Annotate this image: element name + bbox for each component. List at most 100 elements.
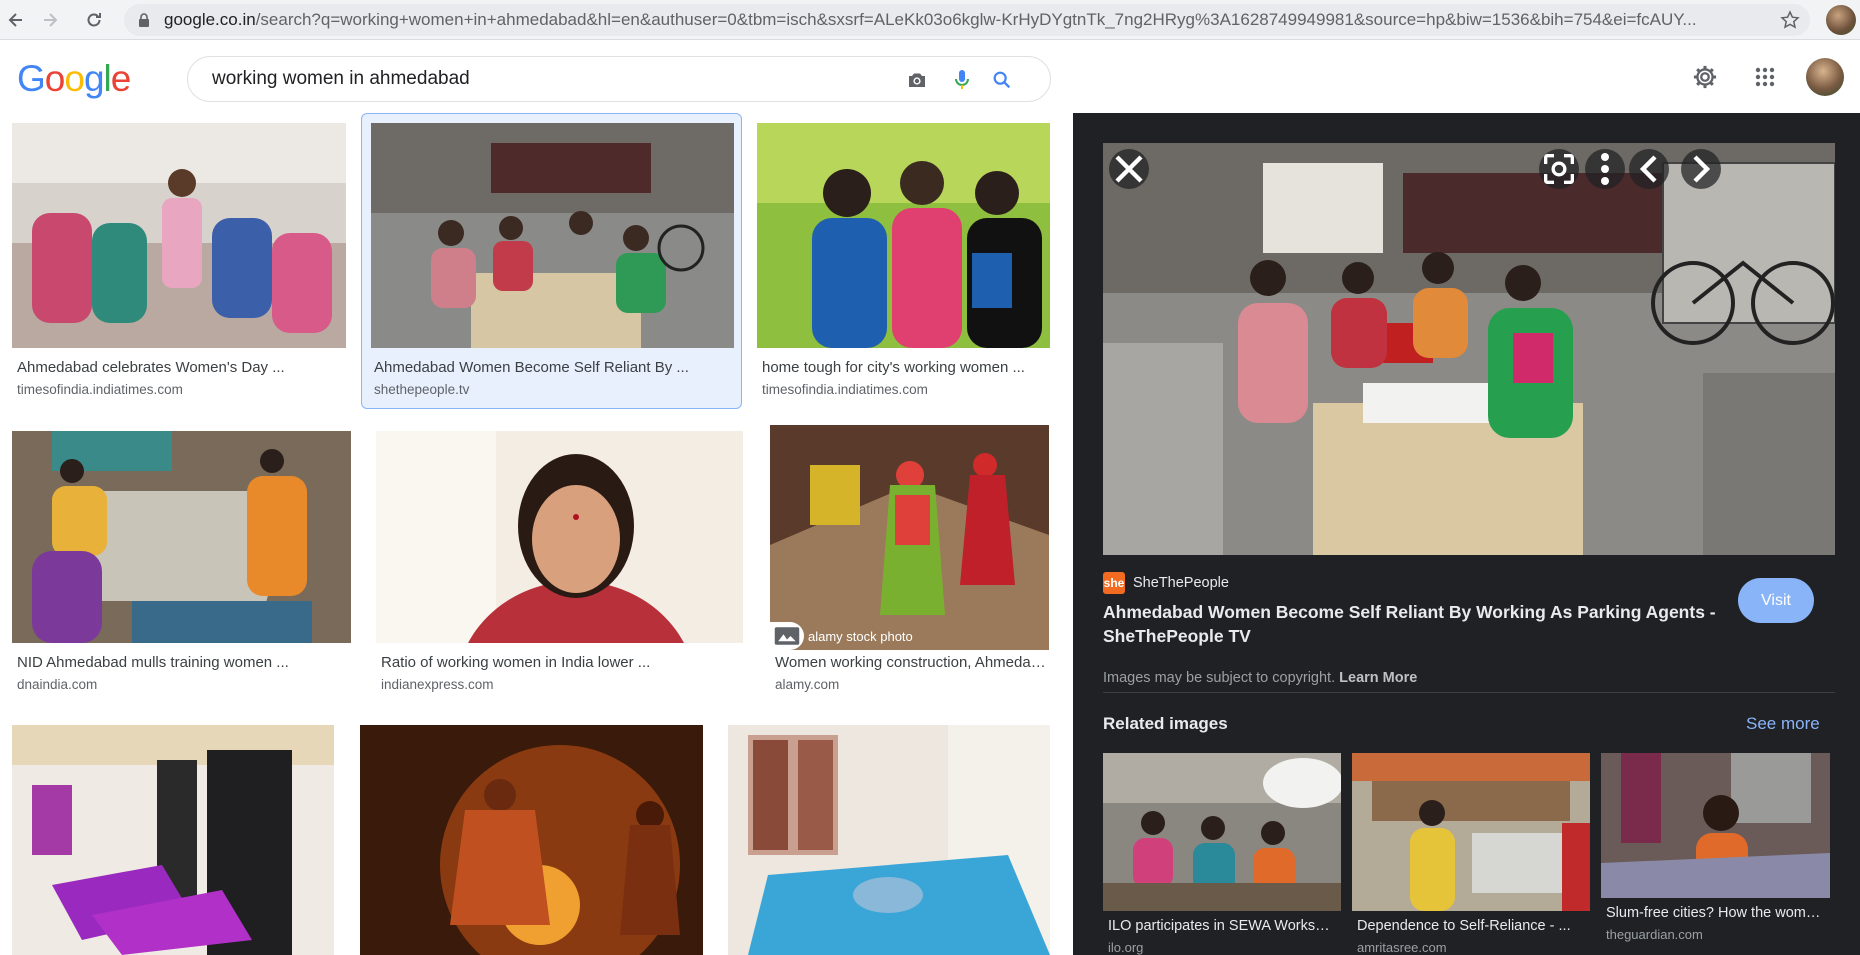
related-title[interactable]: Slum-free cities? How the women ... (1606, 905, 1826, 921)
logo-letter: e (110, 58, 132, 99)
related-title[interactable]: Dependence to Self-Reliance - ... (1357, 918, 1585, 934)
favicon-text: she (1103, 576, 1125, 590)
close-button[interactable] (1109, 149, 1149, 189)
chevron-left-icon (1639, 155, 1657, 183)
result-card-selected[interactable]: Ahmedabad Women Become Self Reliant By .… (361, 113, 742, 409)
lock-icon (139, 13, 149, 27)
divider (1103, 692, 1835, 693)
close-icon (1115, 155, 1143, 183)
previous-image-button[interactable] (1629, 149, 1669, 189)
result-thumbnail[interactable] (12, 725, 334, 955)
result-thumbnail[interactable] (376, 431, 743, 643)
more-vert-icon (1601, 153, 1609, 185)
chevron-right-icon (1693, 155, 1711, 183)
related-source: theguardian.com (1606, 927, 1703, 942)
result-card[interactable] (720, 725, 1063, 955)
lens-icon (1544, 154, 1574, 184)
result-source: shethepeople.tv (374, 382, 470, 397)
learn-more-link[interactable]: Learn More (1339, 670, 1417, 686)
logo-letter: o (64, 58, 85, 99)
result-title[interactable]: Ahmedabad celebrates Women's Day ... (17, 359, 347, 376)
result-source: indianexpress.com (381, 677, 494, 692)
address-bar[interactable]: google.co.in/search?q=working+women+in+a… (124, 4, 1810, 36)
account-avatar[interactable] (1806, 58, 1844, 96)
preview-title[interactable]: Ahmedabad Women Become Self Reliant By W… (1103, 600, 1723, 648)
camera-search-icon[interactable] (904, 67, 930, 93)
url-text: google.co.in/search?q=working+women+in+a… (164, 4, 1774, 36)
screen: google.co.in/search?q=working+women+in+a… (0, 0, 1860, 955)
related-thumbnail[interactable] (1352, 753, 1590, 911)
bookmark-star-icon[interactable] (1780, 10, 1800, 30)
related-thumbnail[interactable] (1601, 753, 1830, 898)
search-box (187, 56, 1051, 102)
url-path: /search?q=working+women+in+ahmedabad&hl=… (255, 10, 1697, 29)
related-images-heading: Related images (1103, 714, 1228, 733)
copyright-notice: Images may be subject to copyright. Lear… (1103, 670, 1417, 686)
result-card[interactable]: alamy stock photo Women working construc… (763, 425, 1063, 721)
related-title[interactable]: ILO participates in SEWA Workshop ... (1108, 918, 1336, 934)
result-title[interactable]: Ahmedabad Women Become Self Reliant By .… (374, 359, 734, 376)
alamy-watermark: alamy stock photo (770, 622, 1000, 650)
result-card[interactable]: Ahmedabad celebrates Women's Day ... tim… (0, 113, 356, 403)
result-thumbnail[interactable]: alamy stock photo (770, 425, 1049, 650)
result-card[interactable]: NID Ahmedabad mulls training women ... d… (0, 431, 362, 721)
lens-search-button[interactable] (1539, 149, 1579, 189)
result-title[interactable]: Ratio of working women in India lower ..… (381, 654, 736, 671)
result-source: dnaindia.com (17, 677, 98, 692)
back-button[interactable] (0, 4, 32, 36)
image-preview-panel: she SheThePeople Ahmedabad Women Become … (1073, 113, 1860, 955)
shethepeople-favicon-icon: she (1103, 572, 1125, 594)
next-image-button[interactable] (1681, 149, 1721, 189)
alamy-overlay-text: alamy stock photo (808, 628, 913, 644)
related-image-card[interactable]: ILO participates in SEWA Workshop ... il… (1103, 753, 1341, 955)
apps-grid-icon[interactable] (1748, 60, 1782, 94)
forward-button[interactable] (34, 4, 66, 36)
reload-button[interactable] (78, 4, 110, 36)
result-card[interactable] (355, 725, 705, 955)
result-card[interactable] (0, 725, 345, 955)
result-thumbnail[interactable] (12, 431, 351, 643)
result-title[interactable]: NID Ahmedabad mulls training women ... (17, 654, 347, 671)
result-thumbnail[interactable] (12, 123, 346, 348)
result-thumbnail[interactable] (371, 123, 734, 348)
preview-image[interactable] (1103, 143, 1835, 555)
related-thumbnail[interactable] (1103, 753, 1341, 911)
result-source: timesofindia.indiatimes.com (17, 382, 183, 397)
result-thumbnail[interactable] (360, 725, 703, 955)
related-image-card[interactable]: Slum-free cities? How the women ... theg… (1601, 753, 1830, 942)
reload-icon (87, 13, 101, 27)
google-logo[interactable]: Google (17, 58, 132, 100)
related-source: amritasree.com (1357, 940, 1447, 955)
search-input[interactable] (212, 57, 852, 101)
see-more-link[interactable]: See more (1746, 714, 1820, 734)
preview-source[interactable]: she SheThePeople (1103, 572, 1229, 594)
image-icon (770, 622, 804, 650)
result-card[interactable]: Ratio of working women in India lower ..… (372, 431, 747, 721)
logo-letter: g (83, 58, 105, 99)
visit-button[interactable]: Visit (1738, 578, 1814, 623)
result-card[interactable]: home tough for city's working women ... … (750, 113, 1063, 403)
search-icon[interactable] (989, 67, 1015, 93)
url-host: google.co.in (164, 10, 256, 29)
related-source: ilo.org (1108, 940, 1144, 955)
browser-profile-avatar[interactable] (1826, 5, 1856, 35)
forward-arrow-icon (44, 13, 58, 27)
source-name[interactable]: SheThePeople (1133, 575, 1229, 591)
back-arrow-icon (8, 13, 22, 27)
result-title[interactable]: home tough for city's working women ... (762, 359, 1054, 376)
settings-gear-icon[interactable] (1688, 60, 1722, 94)
microphone-icon[interactable] (949, 67, 975, 93)
logo-letter: l (103, 58, 112, 99)
result-source: timesofindia.indiatimes.com (762, 382, 928, 397)
logo-letter: G (17, 58, 46, 99)
result-source: alamy.com (775, 677, 840, 692)
result-thumbnail[interactable] (757, 123, 1050, 348)
copyright-text: Images may be subject to copyright. (1103, 670, 1336, 686)
browser-toolbar: google.co.in/search?q=working+women+in+a… (0, 0, 1860, 40)
result-title[interactable]: Women working construction, Ahmedabad ..… (775, 654, 1050, 671)
image-results-grid: Ahmedabad celebrates Women's Day ... tim… (0, 113, 1073, 955)
more-options-button[interactable] (1585, 149, 1625, 189)
result-thumbnail[interactable] (728, 725, 1050, 955)
related-image-card[interactable]: Dependence to Self-Reliance - ... amrita… (1352, 753, 1590, 955)
logo-letter: o (44, 58, 66, 99)
